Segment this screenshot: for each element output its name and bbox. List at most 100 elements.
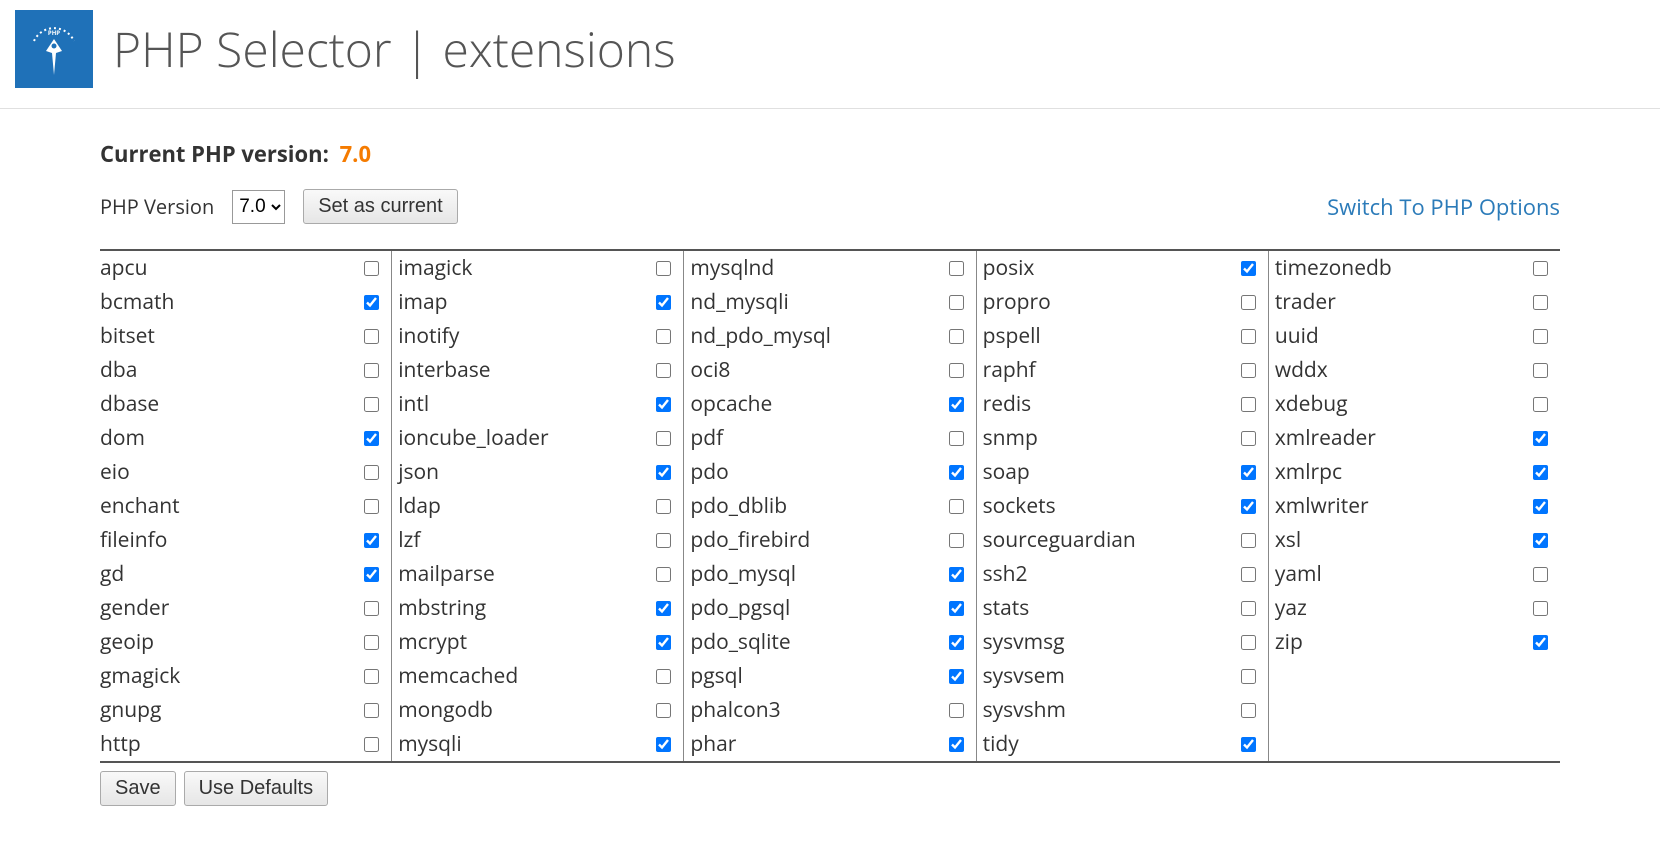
extension-checkbox-dbase[interactable]	[364, 397, 379, 412]
extension-checkbox-apcu[interactable]	[364, 261, 379, 276]
extension-checkbox-sockets[interactable]	[1241, 499, 1256, 514]
extension-checkbox-mongodb[interactable]	[656, 703, 671, 718]
extension-checkbox-raphf[interactable]	[1241, 363, 1256, 378]
extension-name: intl	[398, 390, 656, 418]
extension-checkbox-sysvshm[interactable]	[1241, 703, 1256, 718]
extension-checkbox-gnupg[interactable]	[364, 703, 379, 718]
extension-checkbox-wddx[interactable]	[1533, 363, 1548, 378]
extension-name: pgsql	[690, 662, 948, 690]
extension-checkbox-phalcon3[interactable]	[949, 703, 964, 718]
extension-checkbox-yaz[interactable]	[1533, 601, 1548, 616]
extension-checkbox-pdf[interactable]	[949, 431, 964, 446]
extension-checkbox-opcache[interactable]	[949, 397, 964, 412]
extension-checkbox-sysvsem[interactable]	[1241, 669, 1256, 684]
extension-checkbox-dba[interactable]	[364, 363, 379, 378]
extension-checkbox-dom[interactable]	[364, 431, 379, 446]
extension-name: xdebug	[1275, 390, 1533, 418]
extension-checkbox-snmp[interactable]	[1241, 431, 1256, 446]
extension-checkbox-zip[interactable]	[1533, 635, 1548, 650]
extension-checkbox-gd[interactable]	[364, 567, 379, 582]
switch-to-php-options-link[interactable]: Switch To PHP Options	[1327, 192, 1560, 222]
extension-checkbox-mysqlnd[interactable]	[949, 261, 964, 276]
extension-checkbox-timezonedb[interactable]	[1533, 261, 1548, 276]
extension-row: yaz	[1269, 591, 1560, 625]
extension-checkbox-lzf[interactable]	[656, 533, 671, 548]
extension-checkbox-interbase[interactable]	[656, 363, 671, 378]
extension-checkbox-oci8[interactable]	[949, 363, 964, 378]
extension-checkbox-inotify[interactable]	[656, 329, 671, 344]
extension-checkbox-phar[interactable]	[949, 737, 964, 752]
extension-row: pdo_mysql	[684, 557, 975, 591]
extension-checkbox-xmlrpc[interactable]	[1533, 465, 1548, 480]
extension-name: ioncube_loader	[398, 424, 656, 452]
use-defaults-button[interactable]: Use Defaults	[184, 771, 329, 806]
extension-checkbox-json[interactable]	[656, 465, 671, 480]
extension-checkbox-stats[interactable]	[1241, 601, 1256, 616]
save-button[interactable]: Save	[100, 771, 176, 806]
extension-checkbox-pdo_pgsql[interactable]	[949, 601, 964, 616]
extension-checkbox-enchant[interactable]	[364, 499, 379, 514]
extension-checkbox-mcrypt[interactable]	[656, 635, 671, 650]
extension-checkbox-bitset[interactable]	[364, 329, 379, 344]
extension-checkbox-intl[interactable]	[656, 397, 671, 412]
extension-checkbox-memcached[interactable]	[656, 669, 671, 684]
svg-text:PHP: PHP	[48, 29, 60, 37]
php-version-select[interactable]: 7.0	[232, 190, 285, 224]
extension-checkbox-mbstring[interactable]	[656, 601, 671, 616]
extension-checkbox-bcmath[interactable]	[364, 295, 379, 310]
extension-checkbox-posix[interactable]	[1241, 261, 1256, 276]
extension-checkbox-pgsql[interactable]	[949, 669, 964, 684]
extension-checkbox-mailparse[interactable]	[656, 567, 671, 582]
extension-row: stats	[977, 591, 1268, 625]
extension-name: imagick	[398, 254, 656, 282]
extension-checkbox-redis[interactable]	[1241, 397, 1256, 412]
extension-checkbox-nd_pdo_mysql[interactable]	[949, 329, 964, 344]
set-as-current-button[interactable]: Set as current	[303, 189, 458, 224]
extension-checkbox-xsl[interactable]	[1533, 533, 1548, 548]
extension-name: uuid	[1275, 322, 1533, 350]
extension-name: xsl	[1275, 526, 1533, 554]
extension-checkbox-pdo_sqlite[interactable]	[949, 635, 964, 650]
extension-checkbox-sourceguardian[interactable]	[1241, 533, 1256, 548]
extension-name: inotify	[398, 322, 656, 350]
extension-checkbox-pdo_firebird[interactable]	[949, 533, 964, 548]
extension-checkbox-pspell[interactable]	[1241, 329, 1256, 344]
extension-name: stats	[983, 594, 1241, 622]
extension-checkbox-xdebug[interactable]	[1533, 397, 1548, 412]
extension-checkbox-xmlwriter[interactable]	[1533, 499, 1548, 514]
extension-row: sockets	[977, 489, 1268, 523]
extension-checkbox-ioncube_loader[interactable]	[656, 431, 671, 446]
extension-row: sourceguardian	[977, 523, 1268, 557]
extension-checkbox-http[interactable]	[364, 737, 379, 752]
extension-checkbox-ssh2[interactable]	[1241, 567, 1256, 582]
extension-name: dom	[100, 424, 364, 452]
extension-name: yaz	[1275, 594, 1533, 622]
extension-checkbox-gender[interactable]	[364, 601, 379, 616]
extension-checkbox-xmlreader[interactable]	[1533, 431, 1548, 446]
extension-checkbox-pdo[interactable]	[949, 465, 964, 480]
controls-row: PHP Version 7.0 Set as current Switch To…	[100, 189, 1560, 224]
extension-checkbox-sysvmsg[interactable]	[1241, 635, 1256, 650]
extension-checkbox-mysqli[interactable]	[656, 737, 671, 752]
extension-name: yaml	[1275, 560, 1533, 588]
extension-checkbox-pdo_mysql[interactable]	[949, 567, 964, 582]
extension-checkbox-imagick[interactable]	[656, 261, 671, 276]
extension-checkbox-geoip[interactable]	[364, 635, 379, 650]
extension-row: memcached	[392, 659, 683, 693]
extension-checkbox-tidy[interactable]	[1241, 737, 1256, 752]
extension-checkbox-yaml[interactable]	[1533, 567, 1548, 582]
extension-name: xmlreader	[1275, 424, 1533, 452]
extension-checkbox-nd_mysqli[interactable]	[949, 295, 964, 310]
extension-checkbox-imap[interactable]	[656, 295, 671, 310]
extension-checkbox-fileinfo[interactable]	[364, 533, 379, 548]
extension-checkbox-propro[interactable]	[1241, 295, 1256, 310]
extension-checkbox-uuid[interactable]	[1533, 329, 1548, 344]
extension-name: oci8	[690, 356, 948, 384]
extension-checkbox-pdo_dblib[interactable]	[949, 499, 964, 514]
extension-row: pgsql	[684, 659, 975, 693]
extension-checkbox-ldap[interactable]	[656, 499, 671, 514]
extension-checkbox-gmagick[interactable]	[364, 669, 379, 684]
extension-checkbox-soap[interactable]	[1241, 465, 1256, 480]
extension-checkbox-eio[interactable]	[364, 465, 379, 480]
extension-checkbox-trader[interactable]	[1533, 295, 1548, 310]
